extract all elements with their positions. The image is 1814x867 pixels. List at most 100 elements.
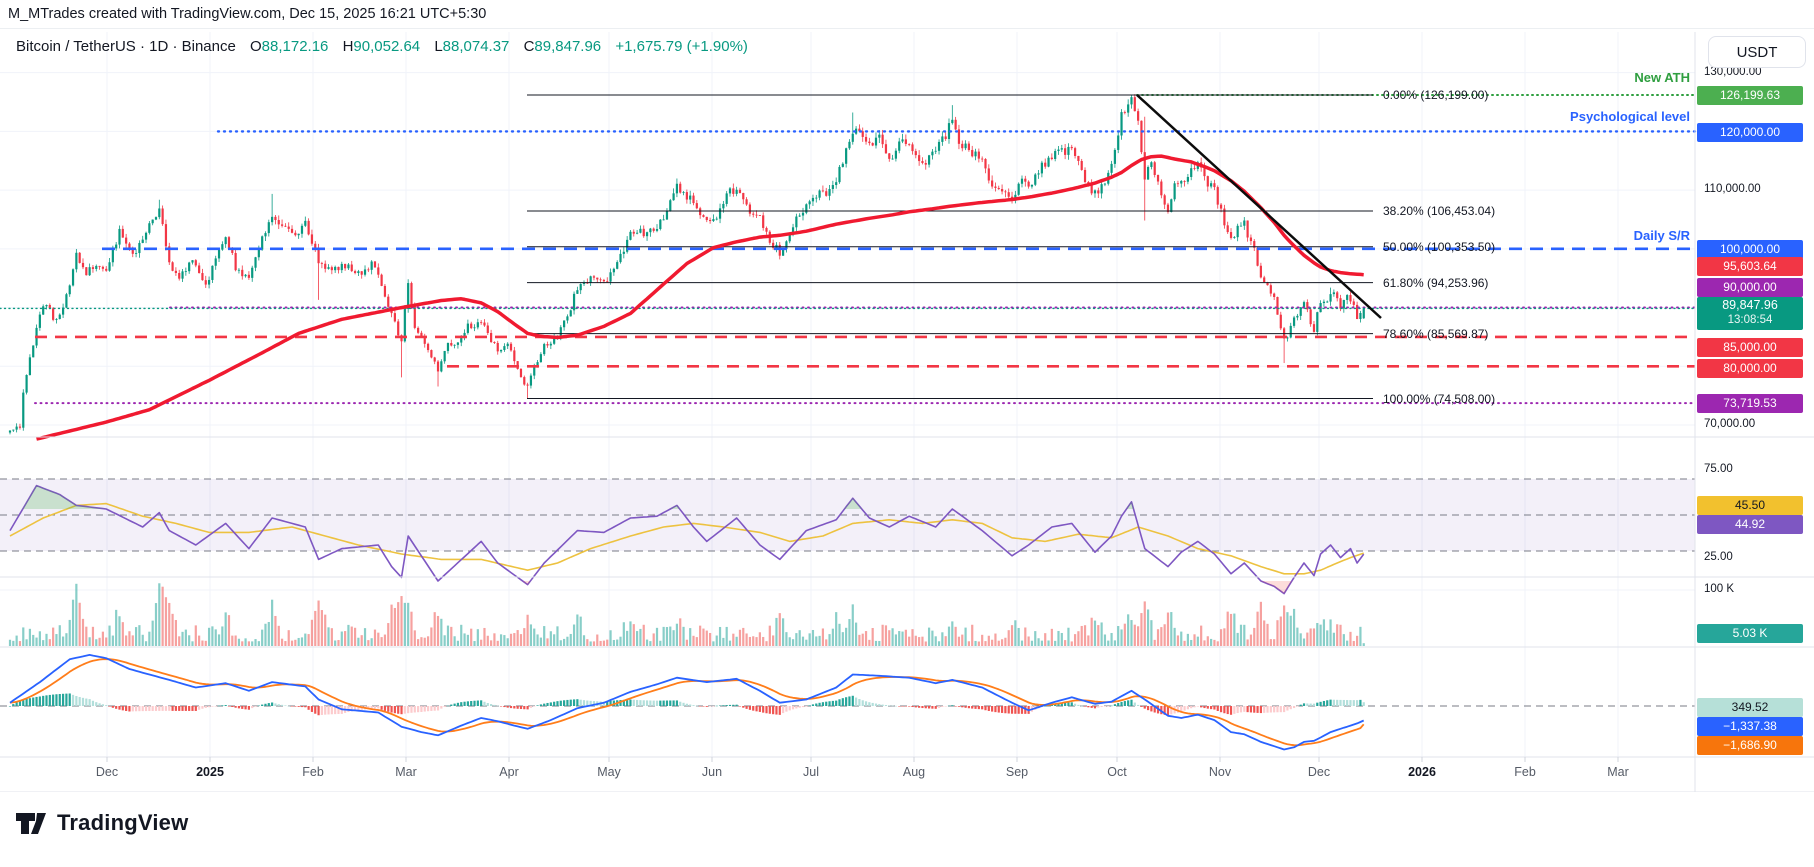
macd-histogram-bar — [944, 706, 947, 707]
volume-bar — [413, 630, 416, 646]
volume-bar — [964, 627, 967, 646]
tradingview-logo[interactable]: TradingView — [14, 806, 188, 840]
volume-bar — [1236, 632, 1239, 646]
macd-histogram-bar — [533, 706, 536, 707]
macd-histogram-bar — [735, 704, 738, 706]
candle-body — [15, 426, 18, 430]
volume-bar — [261, 629, 264, 646]
macd-histogram-bar — [1010, 706, 1014, 714]
candle-body — [523, 377, 526, 385]
time-axis-label: Jul — [803, 765, 819, 779]
candle-body — [446, 342, 450, 351]
candle-body — [994, 186, 997, 188]
volume-bar — [357, 637, 360, 646]
candle-body — [304, 220, 307, 226]
volume-bar — [470, 628, 473, 646]
daily-sr-label: Daily S/R — [1633, 228, 1690, 243]
macd-histogram-bar — [98, 703, 101, 706]
candle-body — [1007, 192, 1010, 197]
volume-bar — [536, 634, 539, 646]
candle-body — [224, 237, 227, 245]
symbol-info-bar[interactable]: Bitcoin / TetherUS · 1D · Binance O88,17… — [16, 38, 748, 55]
volume-bar — [808, 633, 811, 646]
candle-body — [1073, 148, 1077, 156]
macd-histogram-bar — [941, 706, 944, 707]
candle-body — [549, 343, 552, 346]
candle-body — [881, 134, 884, 145]
candle-body — [1133, 97, 1136, 112]
candle-body — [1316, 312, 1319, 332]
macd-histogram-bar — [801, 706, 805, 708]
volume-bar — [762, 636, 765, 646]
chart-canvas[interactable] — [0, 30, 1814, 792]
candle-body — [1279, 314, 1282, 329]
macd-histogram-bar — [854, 697, 858, 706]
candle-body — [1219, 204, 1223, 209]
macd-histogram-bar — [178, 706, 181, 711]
volume-bar — [898, 631, 901, 646]
candle-body — [184, 271, 187, 272]
volume-bar — [1070, 641, 1073, 646]
time-axis[interactable] — [0, 757, 1695, 792]
volume-bar — [765, 641, 768, 646]
candle-body — [164, 224, 168, 247]
volume-bar — [61, 636, 65, 646]
volume-bar — [1283, 605, 1286, 646]
macd-histogram-bar — [307, 706, 310, 710]
macd-histogram-bar — [828, 701, 831, 706]
macd-histogram-bar — [217, 705, 221, 707]
candle-body — [271, 216, 274, 223]
macd-histogram-bar — [490, 704, 493, 706]
candle-body — [755, 214, 758, 216]
macd-histogram-bar — [12, 704, 15, 706]
volume-bar — [234, 635, 237, 646]
volume-bar — [699, 625, 702, 646]
time-axis-label: 2026 — [1408, 765, 1436, 779]
current-price-value: 89,847.96 — [1722, 298, 1778, 312]
volume-bar — [1359, 626, 1362, 646]
macd-histogram-bar — [65, 693, 68, 706]
volume-bar — [125, 635, 128, 646]
candle-body — [1044, 162, 1047, 167]
macd-histogram-bar — [71, 694, 75, 706]
candle-body — [340, 263, 343, 271]
macd-histogram-bar — [1090, 706, 1093, 708]
macd-histogram-bar — [486, 703, 489, 706]
volume-bar — [118, 616, 121, 646]
macd-histogram-bar — [1336, 699, 1339, 706]
candle-body — [460, 338, 463, 343]
macd-histogram-bar — [815, 703, 818, 706]
macd-histogram-bar — [841, 698, 844, 706]
candle-body — [1110, 163, 1113, 173]
volume-bar — [785, 632, 788, 646]
currency-toggle-button[interactable]: USDT — [1708, 36, 1806, 68]
candle-body — [738, 189, 742, 193]
volume-bar — [28, 628, 32, 646]
macd-histogram-bar — [330, 706, 333, 715]
candle-body — [134, 253, 138, 254]
macd-histogram-bar — [1216, 706, 1219, 711]
candle-body — [1083, 169, 1087, 183]
candle-body — [848, 141, 851, 149]
macd-histogram-bar — [921, 706, 924, 709]
volume-bar — [148, 631, 151, 646]
volume-bar — [572, 624, 576, 646]
candle-body — [742, 192, 745, 200]
macd-histogram-bar — [1283, 706, 1286, 713]
volume-bar — [1253, 627, 1256, 646]
volume-bar — [476, 629, 479, 646]
macd-histogram-bar — [191, 706, 194, 711]
volume-bar — [1160, 627, 1163, 646]
macd-histogram-bar — [725, 705, 728, 706]
candle-body — [377, 267, 380, 275]
volume-bar — [715, 635, 718, 646]
macd-histogram-bar — [1263, 706, 1266, 713]
symbol-title[interactable]: Bitcoin / TetherUS · 1D · Binance — [16, 38, 236, 55]
time-axis-label: 2025 — [196, 765, 224, 779]
volume-bar — [665, 627, 669, 646]
candle-body — [695, 203, 698, 209]
volume-bar — [164, 597, 168, 646]
candle-body — [1163, 195, 1166, 205]
macd-histogram-bar — [1093, 706, 1097, 709]
macd-histogram-bar — [516, 706, 519, 709]
